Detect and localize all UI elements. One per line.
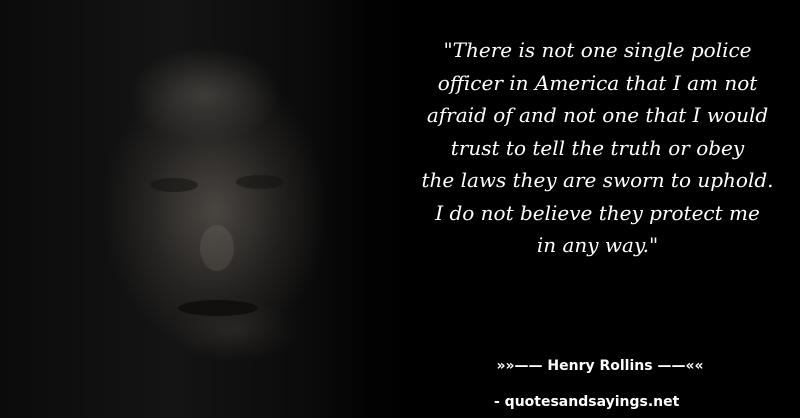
quote-line: trust to tell the truth or obey (450, 135, 745, 160)
quote-line: officer in America that I am not (437, 70, 758, 95)
quote-line: the laws they are sworn to uphold. (421, 168, 774, 192)
quote-text: "There is not one single police officer … (405, 34, 790, 262)
portrait-left-eye-shading (150, 178, 198, 192)
quote-card: "There is not one single police officer … (0, 0, 800, 418)
quote-line: in any way." (536, 233, 659, 257)
quote-line: I do not believe they protect me (435, 200, 760, 225)
quote-line: afraid of and not one that I would (426, 103, 769, 127)
portrait-right-eye-shading (236, 175, 284, 189)
quote-line: "There is not one single police (443, 38, 752, 62)
portrait-mouth-shading (178, 300, 258, 316)
portrait-nose-shading (200, 225, 234, 271)
quote-author: »»—— Henry Rollins ——«« (496, 358, 704, 374)
source-credit: - quotesandsayings.net (494, 394, 680, 410)
portrait-photo (0, 0, 430, 418)
